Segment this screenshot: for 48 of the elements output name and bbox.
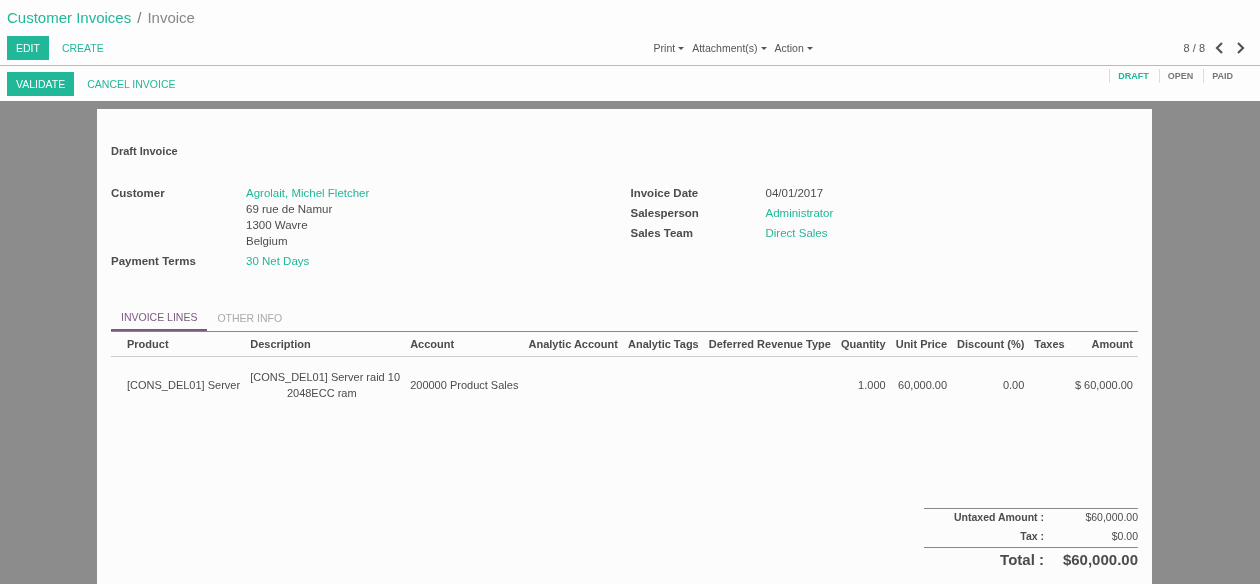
column-header[interactable]: Amount <box>1069 332 1138 357</box>
column-header[interactable]: Analytic Account <box>523 332 623 357</box>
column-header[interactable]: Quantity <box>836 332 891 357</box>
total-value: $0.00 <box>1111 530 1138 542</box>
column-header[interactable]: Analytic Tags <box>623 332 704 357</box>
breadcrumb-separator: / <box>137 8 142 26</box>
next-icon[interactable] <box>1235 42 1245 54</box>
caret-icon <box>760 46 767 50</box>
column-header[interactable]: Product <box>111 332 246 357</box>
table-cell-text: 0.00 <box>1002 378 1025 393</box>
column-header[interactable]: Discount (%) <box>952 332 1030 357</box>
dropdown-menu[interactable]: Print <box>653 42 685 54</box>
tab[interactable]: INVOICE LINES <box>111 305 208 331</box>
total-label: Tax : <box>1019 530 1044 542</box>
address-line: Belgium <box>246 234 289 249</box>
breadcrumb-current: Invoice <box>147 8 195 26</box>
field-label: Salesperson <box>630 206 700 221</box>
table-cell-text: 200000 Product Sales <box>410 378 519 393</box>
column-header[interactable]: Unit Price <box>890 332 953 357</box>
status-step[interactable]: PAID <box>1203 69 1241 83</box>
total-label: Untaxed Amount : <box>952 511 1044 523</box>
caret-icon <box>806 46 813 50</box>
field-label: Customer <box>111 186 166 201</box>
field-label: Sales Team <box>630 226 694 241</box>
dropdown-menu[interactable]: Action <box>774 42 813 54</box>
table-cell-text: [CONS_DEL01] Server <box>127 378 241 393</box>
field-label: Invoice Date <box>630 186 700 201</box>
table-cell-text: 60,000.00 <box>898 378 948 393</box>
column-header[interactable]: Deferred Revenue Type <box>703 332 836 357</box>
address-line: 1300 Wavre <box>246 218 309 233</box>
pager-counter: 8 / 8 <box>1183 42 1205 54</box>
table-cell-text: $ 60,000.00 <box>1074 378 1133 393</box>
total-label: Total : <box>999 551 1044 568</box>
field-value: 04/01/2017 <box>765 186 824 201</box>
previous-icon[interactable] <box>1215 42 1225 54</box>
address-line: 69 rue de Namur <box>246 202 334 217</box>
dropdown-menu[interactable]: Attachment(s) <box>692 42 767 54</box>
total-value: $60,000.00 <box>1085 511 1138 523</box>
field-label: Payment Terms <box>111 254 197 269</box>
status-step[interactable]: OPEN <box>1158 69 1202 83</box>
total-value: $60,000.00 <box>1062 551 1138 568</box>
column-header[interactable]: Taxes <box>1029 332 1070 357</box>
caret-icon <box>678 46 685 50</box>
table-cell-text: 1.000 <box>858 378 886 393</box>
column-header[interactable]: Description <box>245 332 406 357</box>
column-header[interactable]: Account <box>405 332 524 357</box>
invoice-status-title: Draft Invoice <box>111 145 179 157</box>
table-cell-text: [CONS_DEL01] Server raid 10 2048ECC ram <box>250 370 400 401</box>
